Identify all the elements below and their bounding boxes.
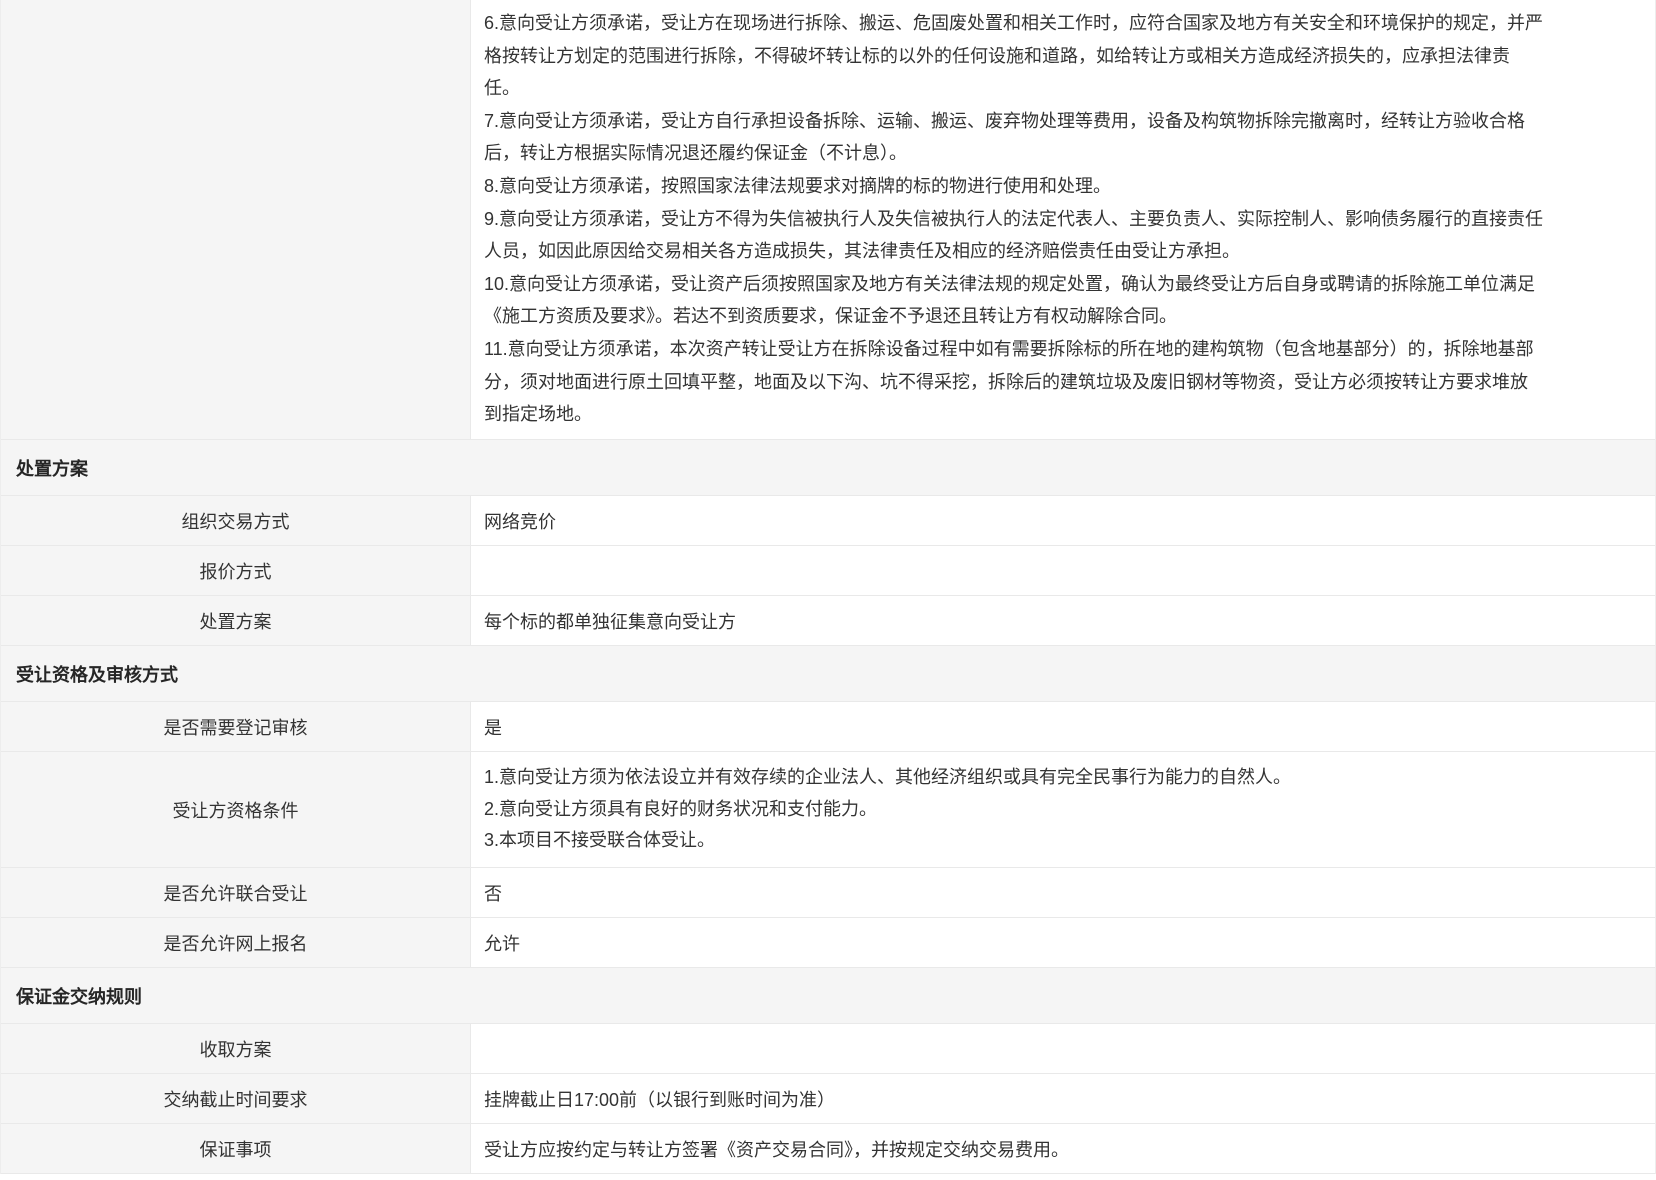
section-title: 受让资格及审核方式 — [16, 661, 178, 687]
row-label: 处置方案 — [1, 596, 471, 645]
section-title: 处置方案 — [16, 455, 88, 481]
asset-transfer-detail-table: 6.意向受让方须承诺，受让方在现场进行拆除、搬运、危固废处置和相关工作时，应符合… — [0, 0, 1656, 1174]
row-label: 组织交易方式 — [1, 496, 471, 545]
row-value: 1.意向受让方须为依法设立并有效存续的企业法人、其他经济组织或具有完全民事行为能… — [471, 752, 1655, 867]
row-label: 是否允许联合受让 — [1, 868, 471, 917]
section-header-disposal-plan: 处置方案 — [1, 440, 1655, 496]
clause-7: 7.意向受让方须承诺，受让方自行承担设备拆除、运输、搬运、废弃物处理等费用，设备… — [484, 105, 1545, 170]
table-row-payment-deadline: 交纳截止时间要求 挂牌截止日17:00前（以银行到账时间为准） — [1, 1074, 1655, 1124]
table-row-collection-plan: 收取方案 — [1, 1024, 1655, 1074]
table-row-registration-review: 是否需要登记审核 是 — [1, 702, 1655, 752]
row-value: 否 — [471, 868, 1655, 917]
transferee-commitment-clauses: 6.意向受让方须承诺，受让方在现场进行拆除、搬运、危固废处置和相关工作时，应符合… — [471, 0, 1655, 439]
transferee-commitment-label-cell — [1, 0, 471, 439]
section-header-deposit-rules: 保证金交纳规则 — [1, 968, 1655, 1024]
clause-9: 9.意向受让方须承诺，受让方不得为失信被执行人及失信被执行人的法定代表人、主要负… — [484, 203, 1545, 268]
row-value: 受让方应按约定与转让方签署《资产交易合同》，并按规定交纳交易费用。 — [471, 1124, 1655, 1173]
row-value: 网络竞价 — [471, 496, 1655, 545]
table-row-disposal-plan: 处置方案 每个标的都单独征集意向受让方 — [1, 596, 1655, 646]
table-row-transferee-qualification: 受让方资格条件 1.意向受让方须为依法设立并有效存续的企业法人、其他经济组织或具… — [1, 752, 1655, 868]
row-label: 保证事项 — [1, 1124, 471, 1173]
qualification-line-1: 1.意向受让方须为依法设立并有效存续的企业法人、其他经济组织或具有完全民事行为能… — [484, 762, 1291, 794]
row-label: 是否需要登记审核 — [1, 702, 471, 751]
table-row-trade-method: 组织交易方式 网络竞价 — [1, 496, 1655, 546]
row-value — [471, 546, 1655, 595]
clause-6: 6.意向受让方须承诺，受让方在现场进行拆除、搬运、危固废处置和相关工作时，应符合… — [484, 7, 1545, 105]
table-row-guarantee-matters: 保证事项 受让方应按约定与转让方签署《资产交易合同》，并按规定交纳交易费用。 — [1, 1124, 1655, 1174]
clause-8: 8.意向受让方须承诺，按照国家法律法规要求对摘牌的标的物进行使用和处理。 — [484, 170, 1545, 203]
row-value: 允许 — [471, 918, 1655, 967]
row-value: 是 — [471, 702, 1655, 751]
qualification-line-3: 3.本项目不接受联合体受让。 — [484, 825, 715, 857]
section-header-qualification-review: 受让资格及审核方式 — [1, 646, 1655, 702]
row-value: 挂牌截止日17:00前（以银行到账时间为准） — [471, 1074, 1655, 1123]
row-value — [471, 1024, 1655, 1073]
table-row-quote-method: 报价方式 — [1, 546, 1655, 596]
section-title: 保证金交纳规则 — [16, 983, 142, 1009]
row-label: 收取方案 — [1, 1024, 471, 1073]
row-label: 受让方资格条件 — [1, 752, 471, 867]
table-row-online-signup: 是否允许网上报名 允许 — [1, 918, 1655, 968]
transferee-commitment-row: 6.意向受让方须承诺，受让方在现场进行拆除、搬运、危固废处置和相关工作时，应符合… — [1, 0, 1655, 440]
row-label: 交纳截止时间要求 — [1, 1074, 471, 1123]
qualification-line-2: 2.意向受让方须具有良好的财务状况和支付能力。 — [484, 794, 877, 826]
row-label: 是否允许网上报名 — [1, 918, 471, 967]
row-value: 每个标的都单独征集意向受让方 — [471, 596, 1655, 645]
table-row-joint-transfer: 是否允许联合受让 否 — [1, 868, 1655, 918]
clause-11: 11.意向受让方须承诺，本次资产转让受让方在拆除设备过程中如有需要拆除标的所在地… — [484, 333, 1545, 431]
row-label: 报价方式 — [1, 546, 471, 595]
clause-10: 10.意向受让方须承诺，受让资产后须按照国家及地方有关法律法规的规定处置，确认为… — [484, 268, 1545, 333]
